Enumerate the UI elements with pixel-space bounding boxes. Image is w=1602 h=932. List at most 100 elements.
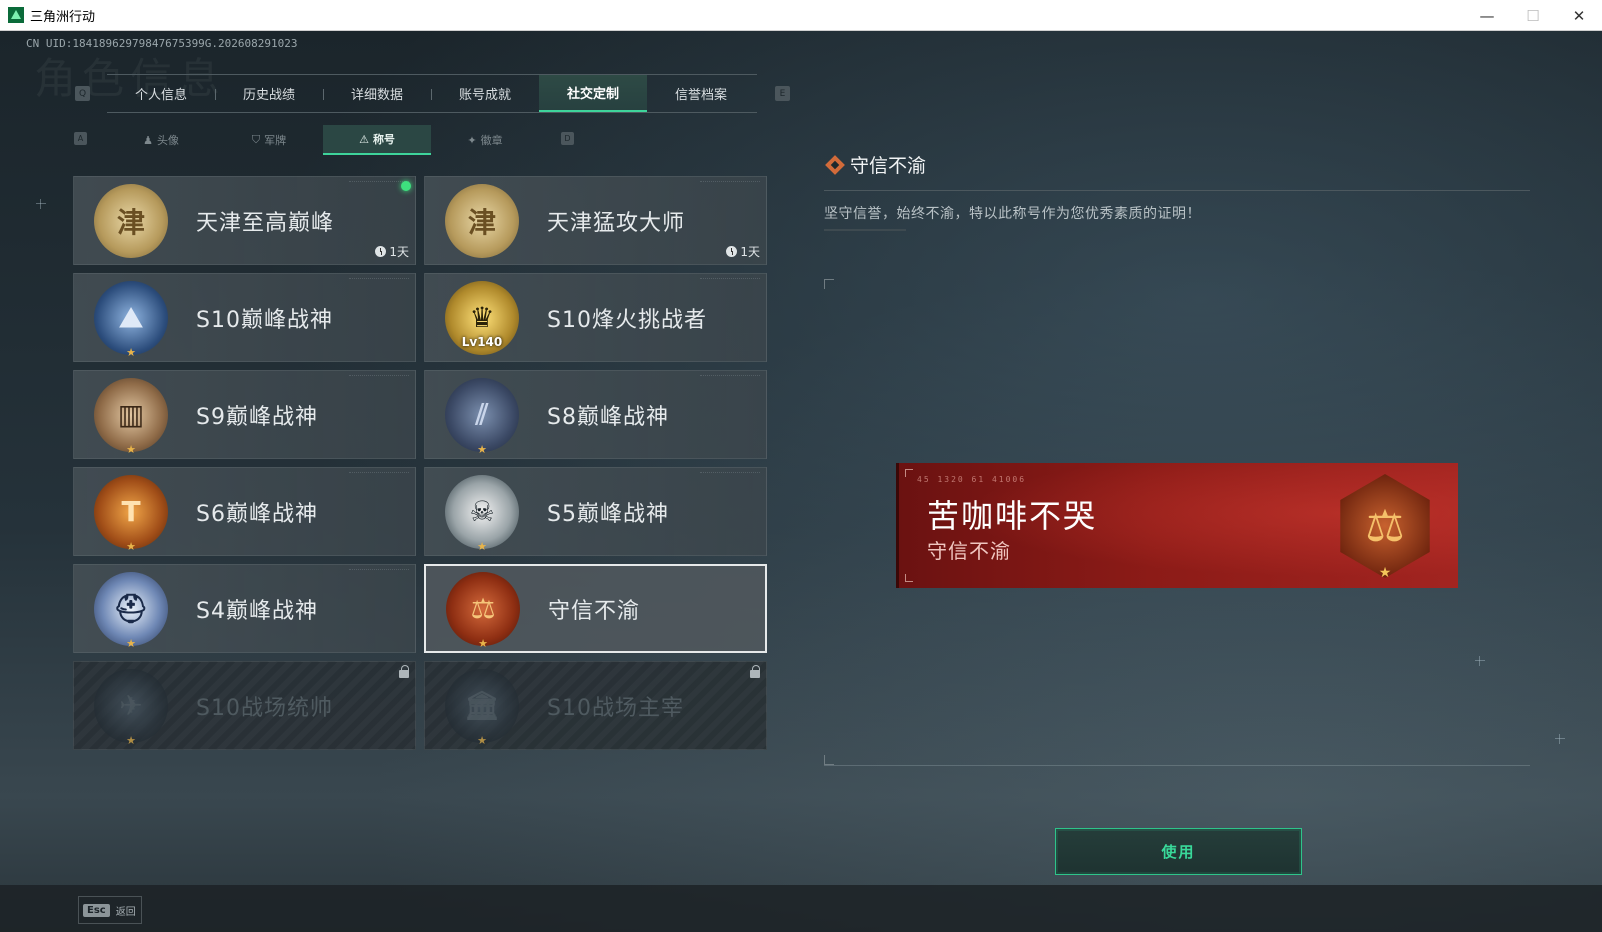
star-icon: ★	[478, 636, 488, 650]
title-card[interactable]: ▥ ★ S9巅峰战神	[73, 370, 416, 459]
dogtag-icon: ⛉	[251, 133, 261, 146]
badge-glyph: ⛰	[119, 300, 143, 334]
badge-glyph: ⚖	[1365, 500, 1405, 552]
tab-detailed-data[interactable]: 详细数据	[323, 75, 431, 112]
tab-achievements[interactable]: 账号成就	[431, 75, 539, 112]
title-card-locked[interactable]: 🏛 ★ S10战场主宰	[424, 661, 767, 750]
nameplate-code: 45 1320 61 41006	[917, 475, 1027, 484]
player-name: 苦咖啡不哭	[927, 497, 1098, 535]
emblem-icon: ✦	[467, 133, 477, 147]
subtab-dogtag[interactable]: ⛉ 军牌	[215, 125, 323, 155]
nameplate-preview: 45 1320 61 41006 苦咖啡不哭 守信不渝 ⚖ ★	[896, 463, 1458, 588]
timer-text: 1天	[389, 245, 409, 259]
title-label: S5巅峰战神	[547, 501, 669, 527]
title-label: S10烽火挑战者	[547, 307, 707, 333]
game-viewport: 角色信息 CN UID:18418962979847675399G.202608…	[0, 31, 1602, 932]
window-title: 三角洲行动	[30, 9, 96, 25]
card-decoration	[349, 181, 409, 184]
badge-glyph: ⛑	[113, 592, 149, 625]
title-card[interactable]: ⛑ ★ S4巅峰战神	[73, 564, 416, 653]
maximize-button[interactable]: ☐	[1510, 0, 1556, 31]
clock-icon	[375, 246, 387, 257]
subtab-title[interactable]: ⚠ 称号	[323, 125, 431, 155]
title-card[interactable]: ♛ Lv140 S10烽火挑战者	[424, 273, 767, 362]
use-button[interactable]: 使用	[1055, 828, 1302, 875]
title-label: 天津猛攻大师	[547, 210, 686, 236]
star-icon: ★	[126, 733, 136, 747]
subtab-emblem[interactable]: ✦ 徽章	[431, 125, 539, 155]
title-card-selected[interactable]: ⚖ ★ 守信不渝	[424, 564, 767, 653]
back-button[interactable]: Esc 返回	[78, 896, 142, 924]
subtab-label: 徽章	[480, 134, 503, 147]
crosshair-decoration-icon	[1555, 734, 1565, 744]
detail-description: 坚守信誉，始终不渝，特以此称号作为您优秀素质的证明！	[824, 206, 1201, 222]
frame-corner	[824, 279, 834, 289]
nameplate-corner	[905, 574, 913, 582]
title-card[interactable]: 津 天津猛攻大师 1天	[424, 176, 767, 265]
title-card[interactable]: ⫽ ★ S8巅峰战神	[424, 370, 767, 459]
title-card[interactable]: ⛰ ★ S10巅峰战神	[73, 273, 416, 362]
badge-glyph: ▥	[117, 398, 145, 431]
back-label: 返回	[115, 906, 136, 918]
card-decoration	[700, 278, 760, 281]
title-card[interactable]: ☠ ★ S5巅峰战神	[424, 467, 767, 556]
app-logo-icon	[8, 7, 24, 23]
triangle-icon: ⚠	[359, 132, 369, 146]
title-badge-icon: ✈ ★	[94, 668, 168, 747]
title-grid: 津 天津至高巅峰 1天 津 天津猛攻大师 1天 ⛰ ★ S10巅峰战神 ♛ Lv…	[73, 176, 767, 750]
title-badge-icon: 津	[445, 183, 519, 258]
window-titlebar: 三角洲行动 — ☐ ✕	[0, 0, 1602, 31]
timer-text: 1天	[740, 245, 760, 259]
person-icon: ♟	[143, 133, 153, 147]
star-icon: ★	[126, 442, 136, 456]
star-icon: ★	[1378, 565, 1392, 581]
card-decoration	[700, 375, 760, 378]
next-tab-key-hint[interactable]: E	[775, 86, 790, 101]
tab-social-custom[interactable]: 社交定制	[539, 75, 647, 112]
badge-glyph: ✈	[119, 689, 143, 722]
title-card-locked[interactable]: ✈ ★ S10战场统帅	[73, 661, 416, 750]
tab-personal-info[interactable]: 个人信息	[107, 75, 215, 112]
badge-hexagon: ⚖	[1340, 474, 1430, 578]
title-badge-icon: ♛ Lv140	[445, 280, 519, 355]
crosshair-decoration-icon	[36, 199, 46, 209]
detail-header: 守信不渝	[824, 151, 1530, 191]
lock-icon	[399, 665, 409, 678]
title-badge-icon: ⚖ ★	[446, 571, 520, 650]
prev-subtab-key-hint[interactable]: A	[74, 132, 87, 145]
expiry-timer: 1天	[375, 243, 409, 260]
card-decoration	[349, 375, 409, 378]
justice-scale-icon: ⚖ ★	[1328, 469, 1442, 583]
close-button[interactable]: ✕	[1556, 0, 1602, 31]
badge-glyph: ⚖	[470, 592, 496, 625]
clock-icon	[726, 246, 738, 257]
divider	[824, 229, 906, 231]
tab-match-history[interactable]: 历史战绩	[215, 75, 323, 112]
tab-credit-record[interactable]: 信誉档案	[647, 75, 755, 112]
title-label: 天津至高巅峰	[196, 210, 335, 236]
badge-glyph: ♛	[469, 301, 495, 334]
title-label: S10巅峰战神	[196, 307, 333, 333]
detail-title: 守信不渝	[850, 155, 927, 177]
title-badge-icon: 🏛 ★	[445, 668, 519, 747]
prev-tab-key-hint[interactable]: Q	[75, 86, 90, 101]
title-badge-icon: ⫽ ★	[445, 377, 519, 456]
level-tag: Lv140	[461, 334, 503, 349]
title-card[interactable]: T ★ S6巅峰战神	[73, 467, 416, 556]
badge-glyph: 🏛	[464, 689, 500, 722]
window-controls: — ☐ ✕	[1464, 0, 1602, 31]
title-label: S9巅峰战神	[196, 404, 318, 430]
subtab-label: 军牌	[264, 134, 287, 147]
star-icon: ★	[126, 636, 136, 650]
badge-glyph: 津	[116, 205, 145, 239]
title-card[interactable]: 津 天津至高巅峰 1天	[73, 176, 416, 265]
title-badge-icon: 津	[94, 183, 168, 258]
subtab-avatar[interactable]: ♟ 头像	[107, 125, 215, 155]
minimize-button[interactable]: —	[1464, 0, 1510, 31]
subtab-label: 头像	[156, 134, 179, 147]
expiry-timer: 1天	[726, 243, 760, 260]
next-subtab-key-hint[interactable]: D	[561, 132, 574, 145]
frame-corner	[824, 755, 834, 765]
equipped-indicator-icon	[401, 181, 411, 191]
card-decoration	[349, 472, 409, 475]
